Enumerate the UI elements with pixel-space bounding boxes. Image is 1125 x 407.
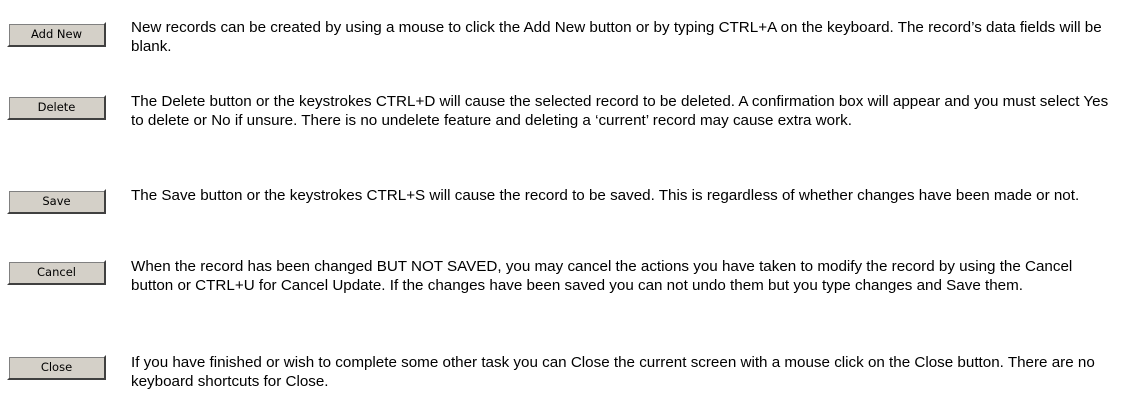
delete-description: The Delete button or the keystrokes CTRL…: [131, 93, 1109, 129]
cancel-button[interactable]: Cancel: [7, 260, 106, 285]
save-button[interactable]: Save: [7, 189, 106, 214]
close-button[interactable]: Close: [7, 355, 106, 380]
save-description: The Save button or the keystrokes CTRL+S…: [131, 187, 1080, 204]
delete-button[interactable]: Delete: [7, 95, 106, 120]
close-description: If you have finished or wish to complete…: [131, 354, 1095, 390]
cancel-description: When the record has been changed BUT NOT…: [131, 258, 1073, 294]
add-new-button[interactable]: Add New: [7, 22, 106, 47]
add-new-description: New records can be created by using a mo…: [131, 19, 1102, 55]
